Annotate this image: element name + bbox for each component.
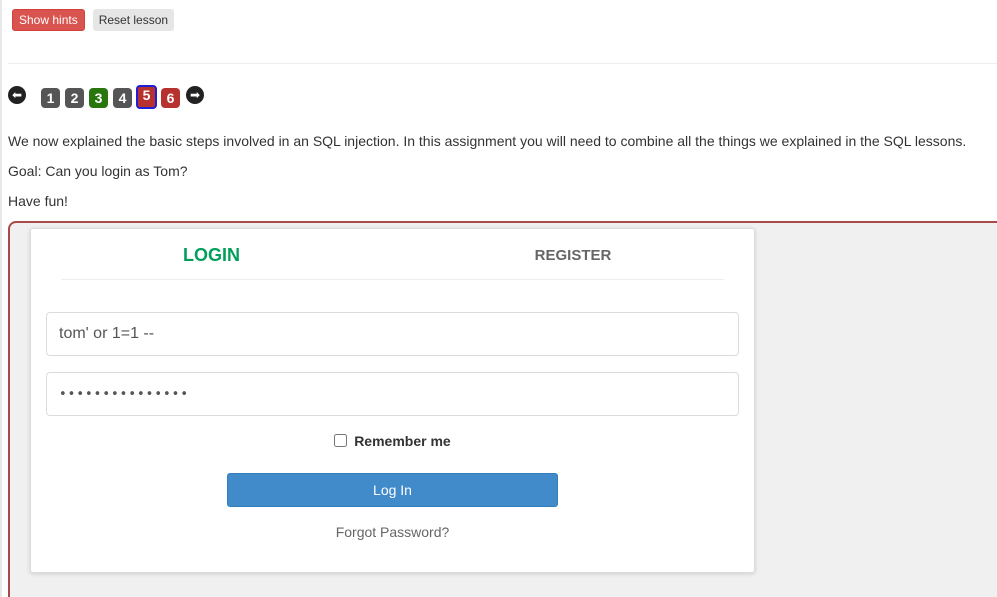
lesson-intro-text: We now explained the basic steps involve…: [8, 133, 967, 149]
tab-divider: [61, 279, 724, 280]
tab-register[interactable]: REGISTER: [392, 247, 754, 264]
page-link-5-current[interactable]: 5: [136, 85, 157, 109]
password-input[interactable]: [46, 372, 739, 416]
page-link-4[interactable]: 4: [113, 88, 132, 108]
remember-me-checkbox[interactable]: [334, 434, 348, 447]
remember-me-row: Remember me: [31, 433, 754, 449]
divider: [8, 63, 997, 64]
page-link-6[interactable]: 6: [161, 88, 180, 108]
reset-lesson-button[interactable]: Reset lesson: [92, 9, 175, 31]
page: Show hints Reset lesson ⬅ 1 2 3 4 5 6 ➡ …: [0, 0, 997, 597]
remember-me-label[interactable]: Remember me: [354, 433, 451, 449]
username-input[interactable]: [46, 312, 739, 356]
lesson-goal-text: Goal: Can you login as Tom?: [8, 163, 188, 179]
login-button[interactable]: Log In: [227, 473, 558, 507]
tab-login[interactable]: LOGIN: [31, 245, 392, 266]
show-hints-button[interactable]: Show hints: [12, 9, 85, 31]
right-arrow-circle-icon[interactable]: ➡: [186, 86, 204, 104]
page-link-3[interactable]: 3: [89, 88, 108, 108]
page-link-1[interactable]: 1: [41, 88, 60, 108]
left-arrow-circle-icon[interactable]: ⬅: [8, 86, 26, 104]
forgot-password-link[interactable]: Forgot Password?: [31, 524, 754, 540]
lesson-fun-text: Have fun!: [8, 193, 68, 209]
lesson-toolbar: Show hints Reset lesson: [12, 9, 175, 31]
login-card: LOGIN REGISTER Remember me Log In Forgot…: [30, 228, 755, 573]
left-divider: [0, 0, 2, 597]
page-link-2[interactable]: 2: [65, 88, 84, 108]
